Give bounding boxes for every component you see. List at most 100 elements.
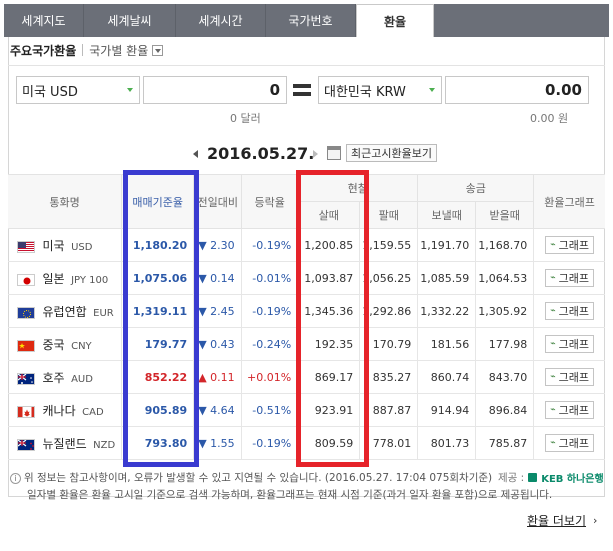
currency-name: 뉴질랜드 bbox=[42, 436, 87, 451]
cash-buy: 809.59 bbox=[297, 426, 361, 460]
graph-button-label: 그래프 bbox=[558, 239, 589, 252]
arrow-down-icon: ▼ bbox=[198, 271, 207, 285]
change-rate: -0.24% bbox=[241, 327, 299, 361]
graph-button[interactable]: ⌁ 그래프 bbox=[545, 368, 594, 386]
change-value: 1.55 bbox=[210, 436, 235, 450]
to-amount-input[interactable]: 0.00 bbox=[445, 76, 589, 104]
graph-button[interactable]: ⌁ 그래프 bbox=[545, 434, 594, 452]
change-value: 4.64 bbox=[210, 403, 235, 417]
graph-button[interactable]: ⌁ 그래프 bbox=[545, 401, 594, 419]
flag-nz-icon bbox=[17, 438, 35, 451]
wire-receive: 1,064.53 bbox=[475, 261, 535, 295]
header-wire-group: 송금 bbox=[417, 174, 535, 202]
graph-cell: ⌁ 그래프 bbox=[533, 426, 605, 460]
base-rate: 905.89 bbox=[121, 393, 195, 427]
wire-send: 1,332.22 bbox=[417, 294, 477, 328]
header-graph: 환율그래프 bbox=[533, 174, 605, 229]
graph-button[interactable]: ⌁ 그래프 bbox=[545, 335, 594, 353]
cash-sell: 778.01 bbox=[359, 426, 419, 460]
cash-sell: 1,159.55 bbox=[359, 228, 419, 262]
next-date-icon[interactable] bbox=[313, 150, 318, 158]
graph-cell: ⌁ 그래프 bbox=[533, 228, 605, 262]
date-navigator: 2016.05.27. 최근고시환율보기 bbox=[0, 143, 613, 165]
equals-icon bbox=[293, 84, 311, 96]
graph-button[interactable]: ⌁ 그래프 bbox=[545, 236, 594, 254]
flag-au-icon bbox=[17, 372, 35, 385]
subheader-subtitle[interactable]: 국가별 환율 bbox=[89, 42, 148, 59]
change-cell: ▼ 0.14 bbox=[193, 261, 243, 295]
change-rate: -0.19% bbox=[241, 426, 299, 460]
change-value: 0.14 bbox=[210, 271, 235, 285]
tab-world-map[interactable]: 세계지도 bbox=[4, 4, 84, 37]
currency-code: EUR bbox=[93, 307, 114, 319]
base-rate: 1,180.20 bbox=[121, 228, 195, 262]
recent-rates-button[interactable]: 최근고시환율보기 bbox=[346, 144, 437, 162]
header-wire-receive: 받을때 bbox=[475, 201, 535, 229]
wire-send: 1,085.59 bbox=[417, 261, 477, 295]
header-wire-send: 보낼때 bbox=[417, 201, 477, 229]
to-currency-select[interactable]: 대한민국 KRW bbox=[318, 76, 442, 104]
from-amount-input[interactable]: 0 bbox=[143, 76, 287, 104]
graph-button-label: 그래프 bbox=[558, 404, 589, 417]
footer-line2: 일자별 환율은 환율 고시일 기준으로 검색 가능하며, 환율그래프는 현재 시… bbox=[27, 489, 553, 501]
table-row: 유럽연합 EUR 1,319.11 ▼ 2.45 -0.19% 1,345.36… bbox=[8, 294, 605, 328]
header-change-rate: 등락율 bbox=[241, 174, 299, 229]
tab-country-code[interactable]: 국가번호 bbox=[266, 4, 356, 37]
currency-name: 일본 bbox=[42, 271, 65, 286]
cash-buy: 1,345.36 bbox=[297, 294, 361, 328]
subheader-title: 주요국가환율 bbox=[10, 43, 77, 58]
change-cell: ▲ 0.11 bbox=[193, 360, 243, 394]
currency-cell: 중국 CNY bbox=[8, 327, 123, 361]
header-cash-group: 현찰 bbox=[297, 174, 419, 202]
graph-button[interactable]: ⌁ 그래프 bbox=[545, 269, 594, 287]
table-row: 캐나다 CAD 905.89 ▼ 4.64 -0.51% 923.91 887.… bbox=[8, 393, 605, 427]
graph-button-label: 그래프 bbox=[558, 338, 589, 351]
change-value: 2.45 bbox=[210, 304, 235, 318]
header-currency: 통화명 bbox=[8, 174, 123, 229]
graph-icon: ⌁ bbox=[550, 339, 556, 349]
chevron-down-icon bbox=[429, 88, 435, 92]
currency-name: 중국 bbox=[42, 337, 65, 352]
flag-ca-icon bbox=[17, 405, 35, 418]
to-amount-hint: 0.00 원 bbox=[530, 112, 569, 125]
change-rate: -0.51% bbox=[241, 393, 299, 427]
more-exchange-link[interactable]: 환율 더보기 bbox=[527, 512, 586, 529]
from-currency-label: 미국 USD bbox=[22, 84, 78, 100]
flag-us-icon bbox=[17, 240, 35, 253]
footer-line1: 위 정보는 참고사항이며, 오류가 발생할 수 있고 지연될 수 있습니다. (… bbox=[24, 472, 493, 484]
chevron-down-icon[interactable] bbox=[152, 44, 164, 56]
graph-button[interactable]: ⌁ 그래프 bbox=[545, 302, 594, 320]
currency-code: JPY 100 bbox=[71, 274, 109, 286]
cash-buy: 869.17 bbox=[297, 360, 361, 394]
from-currency-select[interactable]: 미국 USD bbox=[16, 76, 140, 104]
base-rate: 1,075.06 bbox=[121, 261, 195, 295]
arrow-up-icon: ▲ bbox=[198, 370, 207, 384]
change-rate: -0.19% bbox=[241, 228, 299, 262]
currency-code: USD bbox=[71, 241, 93, 253]
flag-jp-icon bbox=[17, 273, 35, 286]
graph-icon: ⌁ bbox=[550, 405, 556, 415]
header-cash-buy: 살때 bbox=[297, 201, 361, 229]
subheader: 주요국가환율 국가별 환율 bbox=[10, 41, 164, 59]
change-cell: ▼ 2.30 bbox=[193, 228, 243, 262]
cash-buy: 1,093.87 bbox=[297, 261, 361, 295]
arrow-down-icon: ▼ bbox=[198, 238, 207, 252]
section-divider bbox=[8, 65, 605, 66]
tab-world-time[interactable]: 세계시간 bbox=[176, 4, 266, 37]
chevron-right-icon[interactable]: › bbox=[593, 514, 597, 527]
info-icon: i bbox=[10, 473, 21, 484]
wire-send: 1,191.70 bbox=[417, 228, 477, 262]
currency-name: 미국 bbox=[42, 238, 65, 253]
graph-icon: ⌁ bbox=[550, 240, 556, 250]
prev-date-icon[interactable] bbox=[193, 150, 198, 158]
header-base-rate: 매매기준율 bbox=[121, 174, 195, 229]
tab-exchange-rate[interactable]: 환율 bbox=[356, 4, 434, 37]
wire-receive: 177.98 bbox=[475, 327, 535, 361]
calendar-icon[interactable] bbox=[327, 146, 341, 160]
provider: 제공 : KEB 하나은행 bbox=[498, 470, 604, 485]
base-rate: 1,319.11 bbox=[121, 294, 195, 328]
currency-code: AUD bbox=[71, 373, 93, 385]
arrow-down-icon: ▼ bbox=[198, 337, 207, 351]
tab-world-weather[interactable]: 세계날씨 bbox=[84, 4, 176, 37]
graph-icon: ⌁ bbox=[550, 372, 556, 382]
